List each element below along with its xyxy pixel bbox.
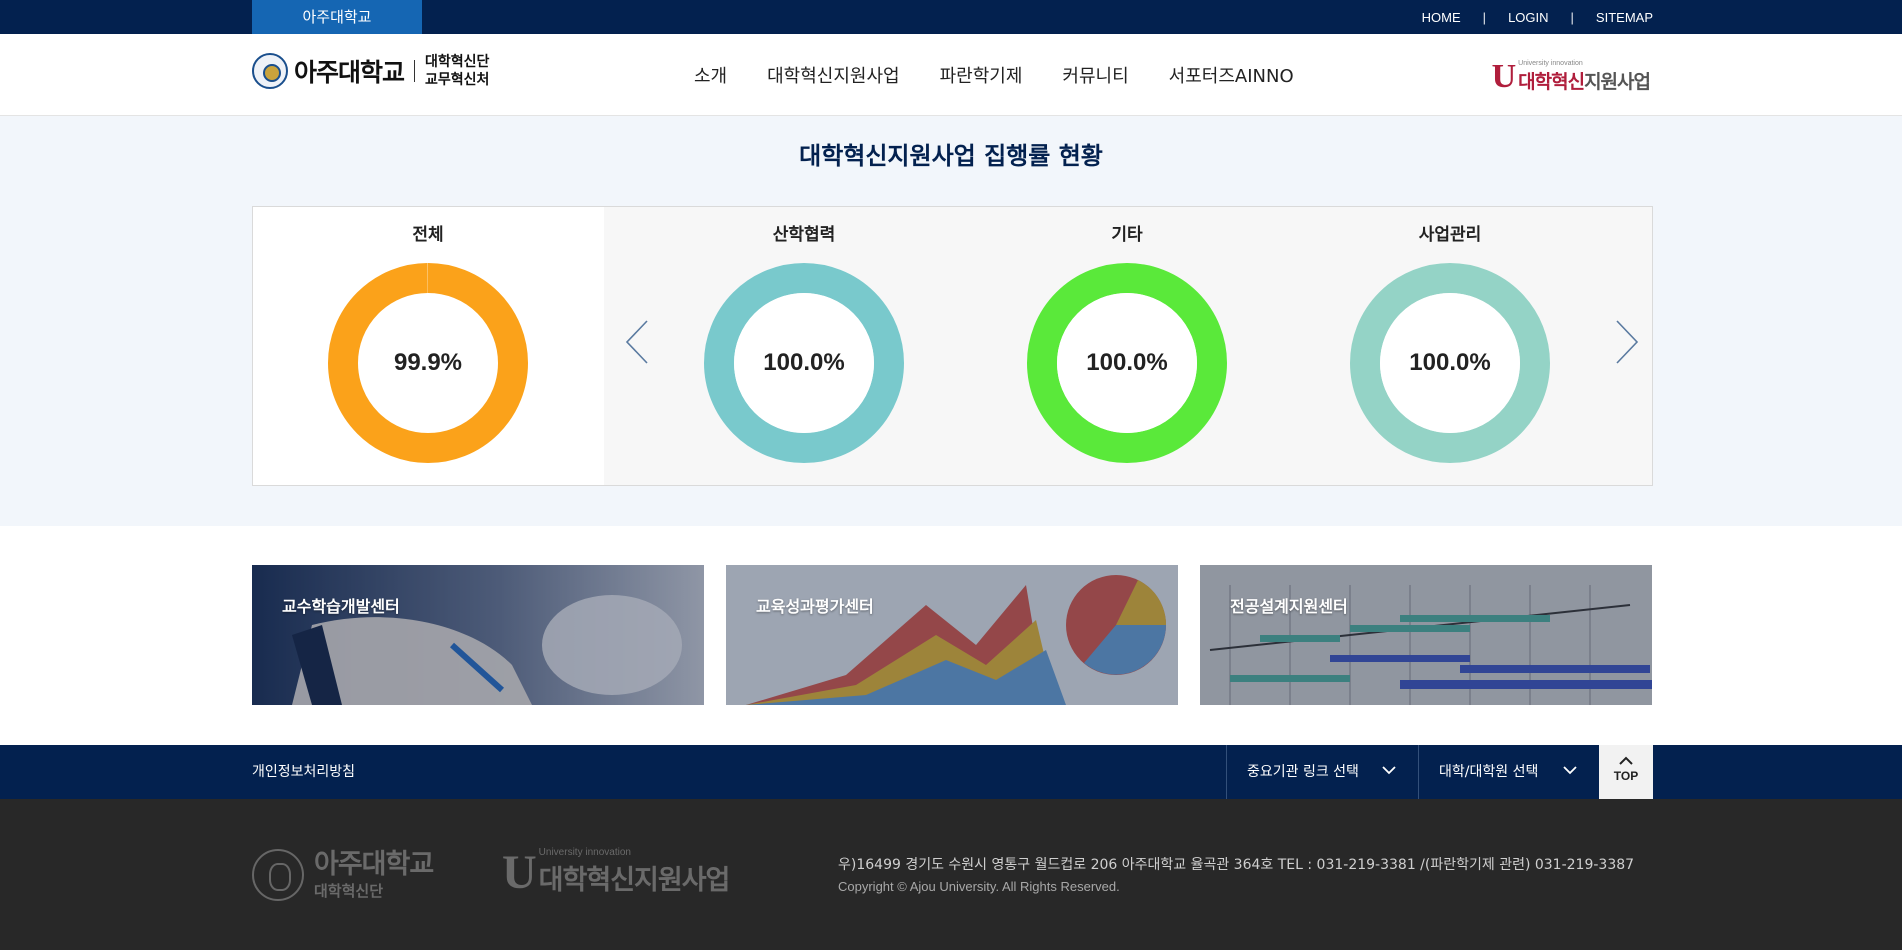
- logo-sub-2: 교무혁신처: [425, 72, 490, 88]
- ajou-university-tab[interactable]: 아주대학교: [252, 0, 422, 34]
- gauge-label: 사업관리: [1418, 225, 1482, 245]
- chevron-up-icon: [1619, 756, 1633, 765]
- footer-ajou-logo: 아주대학교 대학혁신단: [252, 848, 434, 901]
- gauge-label: 전체: [412, 225, 444, 245]
- gauge-label: 기타: [1111, 225, 1143, 245]
- brand-text: 대학혁신지원사업: [1518, 67, 1651, 94]
- gauge-value: 100.0%: [1409, 349, 1491, 376]
- logo-name: 아주대학교: [294, 58, 405, 87]
- important-links-select[interactable]: 중요기관 링크 선택: [1226, 745, 1418, 799]
- select-label: 대학/대학원 선택: [1439, 764, 1539, 780]
- gauge-value: 100.0%: [1086, 349, 1168, 376]
- gauge-other: 기타 100.0%: [1027, 221, 1227, 463]
- home-link[interactable]: HOME: [1422, 10, 1461, 25]
- footer-innovation-logo: U University innovation 대학혁신지원사업: [502, 846, 731, 899]
- separator: |: [1482, 9, 1487, 25]
- u-logo-icon: U: [1491, 58, 1517, 95]
- donut-chart: 100.0%: [1350, 263, 1550, 463]
- gauge-label: 산학협력: [772, 225, 836, 245]
- gauge-project-management: 사업관리 100.0%: [1350, 221, 1550, 463]
- footer-brand-tiny: University innovation: [538, 847, 631, 858]
- u-logo-icon: U: [502, 846, 537, 899]
- top-label: TOP: [1613, 769, 1639, 783]
- center-card-outcome-evaluation[interactable]: 교육성과평가센터: [726, 565, 1178, 705]
- chevron-down-icon: [1563, 766, 1577, 775]
- donut-chart: 100.0%: [1027, 263, 1227, 463]
- site-header: 아주대학교 대학혁신단 교무혁신처 소개 대학혁신지원사업 파란학기제 커뮤니티…: [0, 34, 1902, 116]
- section-title: 대학혁신지원사업 집행률 현황: [799, 142, 1103, 170]
- ajou-logo[interactable]: 아주대학교 대학혁신단 교무혁신처: [252, 48, 489, 94]
- chevron-down-icon: [1382, 766, 1396, 775]
- center-card-teaching-learning[interactable]: 교수학습개발센터: [252, 565, 704, 705]
- address-text: 우)16499 경기도 수원시 영통구 월드컵로 206 아주대학교 율곡관 3…: [838, 857, 1635, 873]
- execution-status-section: 대학혁신지원사업 집행률 현황 전체 99.9% 산학협력 100.0% 기타 …: [0, 116, 1902, 526]
- innovation-brand-logo[interactable]: U University innovation 대학혁신지원사업: [1491, 50, 1651, 95]
- brand-red-text: 대학혁신: [1518, 71, 1585, 93]
- university-seal-icon: [252, 53, 288, 89]
- center-name: 교육성과평가센터: [756, 597, 874, 616]
- nav-item-paran-semester[interactable]: 파란학기제: [940, 62, 1023, 88]
- footer-bar: 개인정보처리방침 중요기관 링크 선택 대학/대학원 선택 TOP: [0, 745, 1902, 799]
- brand-tiny-text: University innovation: [1518, 60, 1583, 67]
- footer-logo-sub: 대학혁신단: [314, 881, 384, 900]
- main-nav: 소개 대학혁신지원사업 파란학기제 커뮤니티 서포터즈AINNO: [694, 34, 1334, 116]
- logo-divider: [414, 60, 416, 82]
- nav-item-supporters[interactable]: 서포터즈AINNO: [1169, 62, 1294, 88]
- login-link[interactable]: LOGIN: [1508, 10, 1548, 25]
- university-graduate-select[interactable]: 대학/대학원 선택: [1418, 745, 1599, 799]
- nav-item-innovation-support[interactable]: 대학혁신지원사업: [767, 62, 899, 88]
- gauge-value: 99.9%: [393, 349, 463, 376]
- footer-logo-name: 아주대학교: [314, 848, 434, 880]
- gauge-industry-cooperation: 산학협력 100.0%: [704, 221, 904, 463]
- donut-chart: 100.0%: [704, 263, 904, 463]
- logo-subtitle: 대학혁신단 교무혁신처: [425, 53, 489, 89]
- footer-brand-text: 대학혁신지원사업: [538, 865, 731, 896]
- chart-graphic-image: [726, 565, 1178, 705]
- prev-arrow-icon[interactable]: [623, 317, 653, 367]
- logo-sub-1: 대학혁신단: [425, 54, 490, 70]
- top-utility-bar: 아주대학교 HOME | LOGIN | SITEMAP: [0, 0, 1902, 34]
- university-seal-icon: [252, 849, 304, 901]
- sitemap-link[interactable]: SITEMAP: [1596, 10, 1653, 25]
- center-card-major-design[interactable]: 전공설계지원센터: [1200, 565, 1652, 705]
- hand-writing-image: [252, 565, 704, 705]
- brand-gray-text: 지원사업: [1584, 71, 1651, 93]
- donut-chart: 99.9%: [328, 263, 528, 463]
- utility-links: HOME | LOGIN | SITEMAP: [1422, 0, 1653, 34]
- site-footer: 아주대학교 대학혁신단 U University innovation 대학혁신…: [0, 799, 1902, 950]
- nav-item-community[interactable]: 커뮤니티: [1062, 62, 1128, 88]
- gauge-value: 100.0%: [763, 349, 845, 376]
- gantt-chart-image: [1200, 565, 1652, 705]
- privacy-policy-link[interactable]: 개인정보처리방침: [252, 745, 355, 799]
- scroll-top-button[interactable]: TOP: [1599, 745, 1653, 799]
- nav-item-intro[interactable]: 소개: [694, 62, 727, 88]
- next-arrow-icon[interactable]: [1611, 317, 1641, 367]
- separator: |: [1570, 9, 1574, 25]
- select-label: 중요기관 링크 선택: [1247, 764, 1359, 780]
- gauge-panel: 전체 99.9% 산학협력 100.0% 기타 100.0% 사업관리 100.…: [252, 206, 1653, 486]
- copyright-text: Copyright © Ajou University. All Rights …: [838, 879, 1120, 894]
- footer-address-block: 우)16499 경기도 수원시 영통구 월드컵로 206 아주대학교 율곡관 3…: [838, 855, 1634, 897]
- gauge-total: 전체 99.9%: [328, 221, 528, 463]
- center-name: 전공설계지원센터: [1230, 597, 1348, 616]
- center-name: 교수학습개발센터: [282, 597, 400, 616]
